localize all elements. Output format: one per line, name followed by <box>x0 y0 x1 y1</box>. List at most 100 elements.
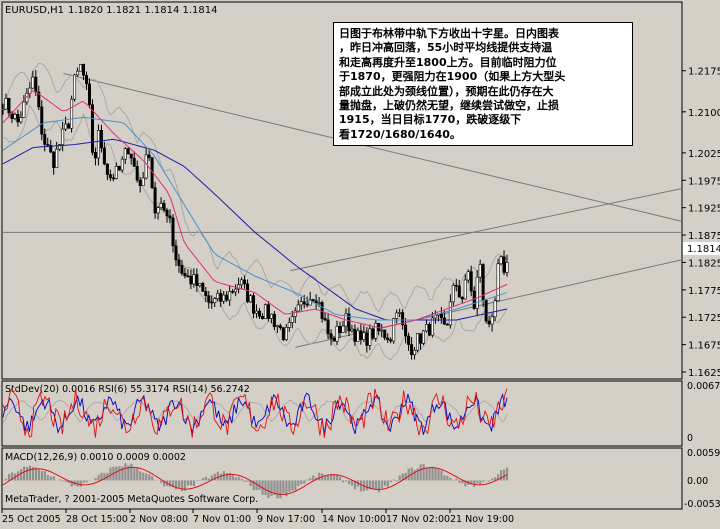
candle-body <box>267 305 269 319</box>
candle-body <box>303 302 305 304</box>
macd-histogram-bar <box>276 480 278 498</box>
candle-body <box>419 334 421 344</box>
candle-body <box>318 303 320 304</box>
macd-histogram-bar <box>333 475 335 481</box>
candle-body <box>136 166 138 180</box>
candle-body <box>154 188 156 213</box>
candle-body <box>366 333 368 346</box>
macd-histogram-bar <box>267 480 269 498</box>
candle-body <box>175 246 177 260</box>
candle-body <box>476 277 478 308</box>
candle-body <box>76 71 78 75</box>
candle-body <box>327 320 329 334</box>
price-tick-label: 1.2100 <box>688 108 720 119</box>
candle-body <box>440 314 442 318</box>
candle-body <box>464 280 466 299</box>
macd-histogram-bar <box>488 480 490 481</box>
candle-body <box>255 311 257 313</box>
candle-body <box>324 319 326 320</box>
macd-histogram-bar <box>47 475 49 480</box>
macd-histogram-bar <box>217 472 219 481</box>
candle-body <box>222 295 224 301</box>
macd-histogram-bar <box>422 464 424 480</box>
note-line: ，昨日冲高回落，55小时平均线提供支持温 <box>339 41 627 55</box>
time-tick-label: 17 Nov 02:00 <box>386 514 450 525</box>
candle-body <box>148 155 150 158</box>
candle-body <box>285 327 287 339</box>
candle-body <box>172 218 174 246</box>
candle-body <box>407 336 409 344</box>
macd-histogram-bar <box>309 478 311 480</box>
candle-body <box>443 318 445 324</box>
macd-histogram-bar <box>94 478 96 480</box>
candle-body <box>494 301 496 317</box>
macd-histogram-bar <box>425 468 427 480</box>
candle-body <box>2 109 4 110</box>
candle-body <box>410 344 412 354</box>
price-tick-label: 1.1975 <box>688 176 720 187</box>
macd-histogram-bar <box>190 480 192 485</box>
macd-histogram-bar <box>384 480 386 485</box>
candle-body <box>470 272 472 291</box>
candle-body <box>70 99 72 128</box>
macd-histogram-bar <box>449 478 451 481</box>
note-line: 和走高再度升至1800上方。目前临时阻力位 <box>339 56 627 70</box>
macd-histogram-bar <box>83 480 85 482</box>
candle-body <box>357 331 359 342</box>
macd-histogram-bar <box>372 480 374 489</box>
macd-histogram-bar <box>35 467 37 480</box>
symbol-label: EURUSD,H1 <box>5 5 64 16</box>
candle-body <box>67 124 69 128</box>
candle-body <box>503 257 505 273</box>
candle-body <box>82 64 84 75</box>
macd-histogram-bar <box>396 480 398 481</box>
candle-body <box>5 98 7 109</box>
candle-body <box>449 302 451 325</box>
osc-tick-bottom: 0 <box>687 433 693 444</box>
macd-histogram-bar <box>381 480 383 488</box>
candle-body <box>118 166 120 170</box>
candle-body <box>160 203 162 207</box>
macd-histogram-bar <box>279 480 281 498</box>
macd-histogram-bar <box>53 476 55 480</box>
macd-histogram-bar <box>193 480 195 486</box>
candle-body <box>41 107 43 134</box>
macd-histogram-bar <box>351 480 353 485</box>
candle-body <box>261 316 263 318</box>
macd-histogram-bar <box>50 476 52 480</box>
candle-body <box>467 272 469 280</box>
macd-histogram-bar <box>196 480 198 481</box>
candle-body <box>422 331 424 343</box>
macd-histogram-bar <box>491 479 493 481</box>
candle-body <box>300 302 302 305</box>
candle-body <box>47 144 49 145</box>
candle-body <box>434 315 436 318</box>
candle-body <box>44 134 46 144</box>
candle-body <box>103 148 105 164</box>
candle-body <box>124 149 126 160</box>
macd-histogram-bar <box>342 480 344 482</box>
macd-histogram-bar <box>366 480 368 490</box>
macd-histogram-bar <box>62 480 64 481</box>
candle-body <box>217 293 219 298</box>
macd-histogram-bar <box>44 471 46 480</box>
candle-body <box>389 340 391 341</box>
macd-histogram-bar <box>431 467 433 481</box>
macd-histogram-bar <box>291 480 293 490</box>
macd-histogram-bar <box>405 473 407 481</box>
candle-body <box>181 265 183 273</box>
macd-histogram-bar <box>238 477 240 480</box>
candle-body <box>97 130 99 158</box>
macd-histogram-bar <box>434 468 436 480</box>
macd-histogram-bar <box>26 467 28 480</box>
candle-body <box>106 164 108 175</box>
macd-histogram-bar <box>408 469 410 481</box>
macd-histogram-bar <box>339 477 341 481</box>
macd-histogram-bar <box>255 480 257 490</box>
candle-body <box>228 291 230 300</box>
macd-histogram-bar <box>440 470 442 480</box>
candle-body <box>395 313 397 318</box>
macd-histogram-bar <box>118 466 120 480</box>
macd-histogram-bar <box>479 480 481 484</box>
macd-histogram-bar <box>503 470 505 481</box>
